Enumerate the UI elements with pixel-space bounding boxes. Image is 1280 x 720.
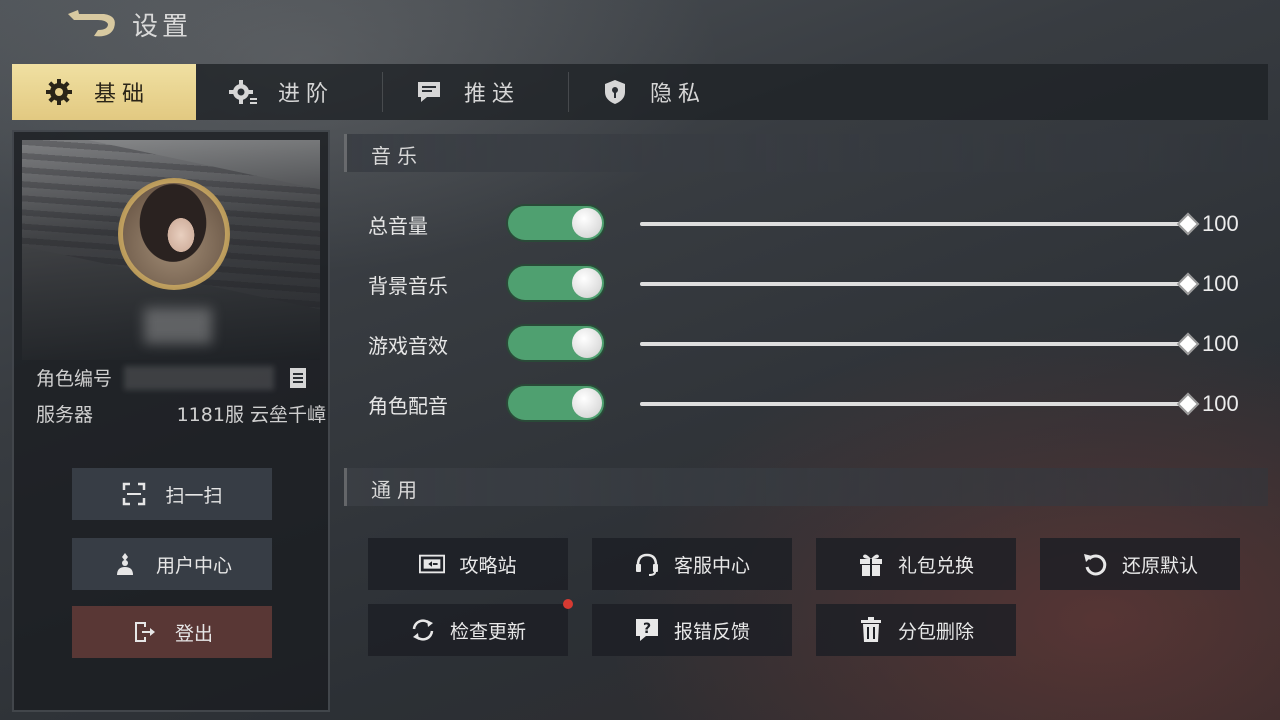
- server-row: 服务器 1181服 云垒千嶂: [36, 400, 326, 427]
- gift-icon: [858, 551, 884, 577]
- delete-package-label: 分包删除: [897, 620, 974, 643]
- scan-icon: [121, 481, 147, 507]
- guide-site-label: 攻略站: [459, 554, 517, 577]
- delete-package-button[interactable]: 分包删除: [816, 604, 1016, 656]
- slider-fill: [640, 402, 1188, 406]
- slider-fill: [640, 282, 1188, 286]
- restore-default-label: 还原默认: [1121, 554, 1198, 577]
- audio-row-label: 背景音乐: [368, 274, 448, 298]
- profile-panel: 角色编号 服务器 1181服 云垒千嶂 扫一扫 用户中心 登出: [12, 130, 330, 712]
- music-section-header: 音乐: [344, 134, 1268, 172]
- question-bubble-icon: ?: [634, 617, 660, 643]
- page-title: 设置: [132, 12, 193, 42]
- tab-bar: 基础 进阶 推送 隐私: [12, 64, 1268, 120]
- master-volume-toggle[interactable]: [506, 204, 606, 242]
- voice-volume-value: 100: [1202, 391, 1239, 416]
- user-icon: [112, 551, 138, 577]
- bug-report-label: 报错反馈: [673, 620, 750, 643]
- tab-basic[interactable]: 基础: [12, 64, 196, 120]
- undo-icon: [1082, 551, 1108, 577]
- audio-row: 角色配音 100: [344, 384, 1268, 424]
- scan-button-label: 扫一扫: [165, 484, 223, 507]
- general-section-title: 通用: [371, 478, 423, 502]
- tab-push-label: 推送: [464, 82, 521, 107]
- character-id-obscured: [124, 366, 274, 390]
- bgm-toggle[interactable]: [506, 264, 606, 302]
- tab-divider: [568, 72, 569, 112]
- check-update-label: 检查更新: [449, 620, 526, 643]
- update-notice-dot: [563, 599, 573, 609]
- slider-thumb[interactable]: [1176, 332, 1200, 356]
- server-value: 1181服 云垒千嶂: [176, 404, 326, 426]
- logout-icon: [131, 619, 157, 645]
- sfx-volume-value: 100: [1202, 331, 1239, 356]
- slider-thumb[interactable]: [1176, 212, 1200, 236]
- audio-row-label: 游戏音效: [368, 334, 448, 358]
- tab-divider: [382, 72, 383, 112]
- audio-row-label: 总音量: [368, 214, 428, 238]
- sfx-toggle[interactable]: [506, 324, 606, 362]
- sfx-volume-slider[interactable]: [640, 332, 1200, 356]
- toggle-knob: [572, 268, 602, 298]
- toggle-knob: [572, 328, 602, 358]
- header: 设置: [0, 0, 1280, 50]
- tab-privacy-label: 隐私: [650, 82, 707, 107]
- bug-report-button[interactable]: ? 报错反馈: [592, 604, 792, 656]
- audio-row-label: 角色配音: [368, 394, 448, 418]
- master-volume-value: 100: [1202, 211, 1239, 236]
- avatar[interactable]: [118, 178, 230, 290]
- master-volume-slider[interactable]: [640, 212, 1200, 236]
- scan-button[interactable]: 扫一扫: [72, 468, 272, 520]
- logout-button-label: 登出: [174, 622, 213, 645]
- svg-text:?: ?: [643, 621, 651, 637]
- slider-thumb[interactable]: [1176, 272, 1200, 296]
- tab-basic-label: 基础: [94, 82, 151, 107]
- music-section-title: 音乐: [371, 144, 423, 168]
- copy-icon[interactable]: [288, 366, 308, 390]
- slider-thumb[interactable]: [1176, 392, 1200, 416]
- guide-site-button[interactable]: 攻略站: [368, 538, 568, 590]
- voice-toggle[interactable]: [506, 384, 606, 422]
- server-label: 服务器: [36, 404, 94, 426]
- gear-icon: [44, 77, 74, 107]
- tab-privacy[interactable]: 隐私: [600, 64, 760, 120]
- message-icon: [414, 77, 444, 107]
- toggle-knob: [572, 208, 602, 238]
- toggle-knob: [572, 388, 602, 418]
- slider-fill: [640, 222, 1188, 226]
- audio-row: 游戏音效 100: [344, 324, 1268, 364]
- guide-icon: [419, 551, 446, 577]
- tab-push[interactable]: 推送: [414, 64, 574, 120]
- audio-row: 背景音乐 100: [344, 264, 1268, 304]
- customer-service-label: 客服中心: [673, 554, 750, 577]
- general-section-header: 通用: [344, 468, 1268, 506]
- restore-default-button[interactable]: 还原默认: [1040, 538, 1240, 590]
- character-name-obscured: [144, 308, 212, 344]
- user-center-button-label: 用户中心: [155, 554, 232, 577]
- tab-advanced[interactable]: 进阶: [228, 64, 388, 120]
- gift-redeem-label: 礼包兑换: [897, 554, 974, 577]
- refresh-icon: [410, 617, 436, 643]
- bgm-volume-value: 100: [1202, 271, 1239, 296]
- tab-advanced-label: 进阶: [278, 82, 335, 107]
- shield-icon: [600, 77, 630, 107]
- customer-service-button[interactable]: 客服中心: [592, 538, 792, 590]
- headset-icon: [634, 551, 660, 577]
- back-arrow-icon[interactable]: [64, 8, 120, 42]
- logout-button[interactable]: 登出: [72, 606, 272, 658]
- gift-redeem-button[interactable]: 礼包兑换: [816, 538, 1016, 590]
- check-update-button[interactable]: 检查更新: [368, 604, 568, 656]
- slider-fill: [640, 342, 1188, 346]
- avatar-image: [123, 183, 225, 285]
- voice-volume-slider[interactable]: [640, 392, 1200, 416]
- bgm-volume-slider[interactable]: [640, 272, 1200, 296]
- advanced-gear-icon: [228, 77, 258, 107]
- audio-row: 总音量 100: [344, 204, 1268, 244]
- trash-icon: [858, 617, 884, 643]
- user-center-button[interactable]: 用户中心: [72, 538, 272, 590]
